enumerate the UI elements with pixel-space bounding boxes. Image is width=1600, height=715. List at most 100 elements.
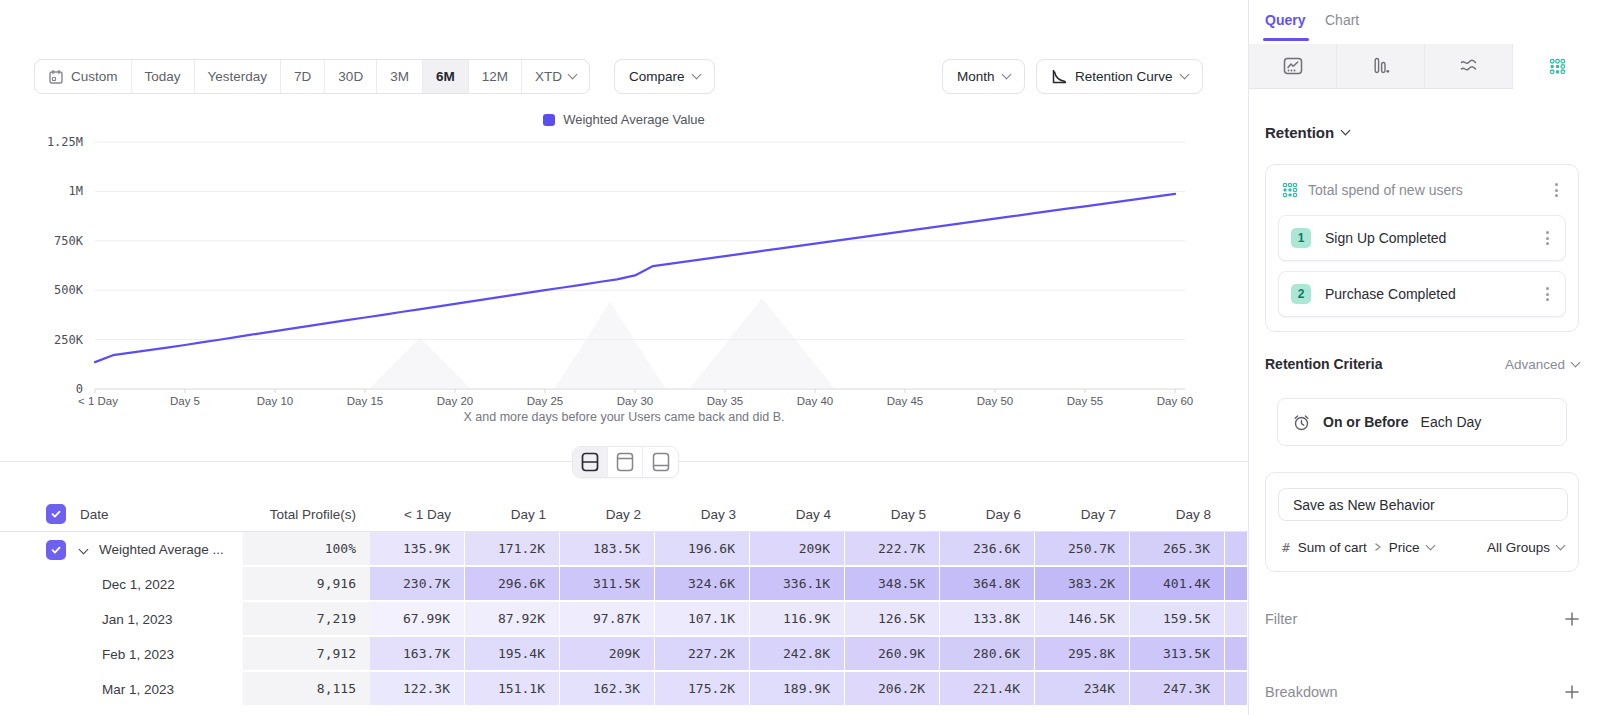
plus-icon[interactable] (1565, 612, 1579, 626)
kebab-menu-icon[interactable] (1542, 227, 1553, 249)
save-as-new-behavior-button[interactable]: Save as New Behavior (1278, 488, 1568, 521)
layout-chart-toggle[interactable] (608, 447, 643, 477)
column-header[interactable]: Day 2 (560, 497, 655, 531)
total-profiles-cell[interactable]: 100% (243, 532, 370, 567)
heatmap-cell[interactable]: 250.7K (1035, 532, 1130, 567)
heatmap-cell[interactable]: 311.5K (560, 567, 655, 602)
total-profiles-cell[interactable]: 9,916 (243, 567, 370, 602)
total-profiles-cell[interactable]: 8,115 (243, 672, 370, 707)
heatmap-cell[interactable]: 221.4K (940, 672, 1035, 707)
heatmap-cell[interactable]: 336.1K (750, 567, 845, 602)
behavior-card-header[interactable]: Total spend of new users (1266, 165, 1578, 215)
layout-split-toggle[interactable] (573, 447, 608, 477)
behavior-step-2[interactable]: 2 Purchase Completed (1278, 271, 1566, 317)
heatmap-cell[interactable]: 260.9K (845, 637, 940, 672)
heatmap-cell[interactable]: 189.9K (750, 672, 845, 707)
heatmap-cell[interactable]: 295.8K (1035, 637, 1130, 672)
column-header[interactable]: Day 6 (940, 497, 1035, 531)
range-custom[interactable]: Custom (35, 60, 132, 93)
column-header-date[interactable]: Date (0, 497, 243, 531)
heatmap-cell[interactable]: 126.5K (845, 602, 940, 637)
heatmap-cell[interactable]: 67.99K (370, 602, 465, 637)
heatmap-cell[interactable]: 97.87K (560, 602, 655, 637)
all-groups-dropdown[interactable]: All Groups (1487, 540, 1564, 555)
heatmap-cell[interactable]: 234K (1035, 672, 1130, 707)
heatmap-cell[interactable]: 116.9K (750, 602, 845, 637)
row-label-cell[interactable]: Weighted Average ... (0, 532, 243, 567)
column-header[interactable]: Total Profile(s) (243, 497, 370, 531)
heatmap-cell[interactable]: 209K (750, 532, 845, 567)
heatmap-cell-clipped[interactable] (1225, 532, 1248, 567)
row-checkbox[interactable] (46, 540, 66, 560)
heatmap-cell[interactable]: 122.3K (370, 672, 465, 707)
heatmap-cell[interactable]: 107.1K (655, 602, 750, 637)
range-6m[interactable]: 6M (423, 60, 469, 93)
heatmap-cell[interactable]: 247.3K (1130, 672, 1225, 707)
column-header[interactable]: Day 8 (1130, 497, 1225, 531)
heatmap-cell-clipped[interactable] (1225, 567, 1248, 602)
heatmap-cell[interactable]: 146.5K (1035, 602, 1130, 637)
report-tab-funnels[interactable] (1337, 44, 1425, 89)
total-profiles-cell[interactable]: 7,912 (243, 637, 370, 672)
heatmap-cell-clipped[interactable] (1225, 637, 1248, 672)
column-header[interactable]: Day 5 (845, 497, 940, 531)
heatmap-cell[interactable]: 280.6K (940, 637, 1035, 672)
heatmap-cell-clipped[interactable] (1225, 602, 1248, 637)
range-7d[interactable]: 7D (281, 60, 325, 93)
advanced-dropdown[interactable]: Advanced (1505, 357, 1579, 372)
column-header[interactable]: Day 7 (1035, 497, 1130, 531)
row-label-cell[interactable]: Dec 1, 2022 (0, 567, 243, 602)
column-header[interactable]: Day 4 (750, 497, 845, 531)
heatmap-cell-clipped[interactable] (1225, 672, 1248, 707)
total-profiles-cell[interactable]: 7,219 (243, 602, 370, 637)
heatmap-cell[interactable]: 236.6K (940, 532, 1035, 567)
column-header[interactable]: < 1 Day (370, 497, 465, 531)
layout-table-toggle[interactable] (643, 447, 678, 477)
heatmap-cell[interactable]: 364.8K (940, 567, 1035, 602)
heatmap-cell[interactable]: 195.4K (465, 637, 560, 672)
report-tab-insights[interactable] (1249, 44, 1337, 89)
range-xtd[interactable]: XTD (522, 60, 589, 93)
tab-query[interactable]: Query (1265, 12, 1305, 28)
column-header[interactable]: Day 1 (465, 497, 560, 531)
heatmap-cell[interactable]: 209K (560, 637, 655, 672)
row-expander-icon[interactable] (79, 545, 89, 555)
heatmap-cell[interactable]: 242.8K (750, 637, 845, 672)
criteria-condition-box[interactable]: On or Before Each Day (1277, 398, 1567, 446)
heatmap-cell[interactable]: 230.7K (370, 567, 465, 602)
compare-button[interactable]: Compare (614, 59, 715, 94)
column-header[interactable]: Day 3 (655, 497, 750, 531)
range-30d[interactable]: 30D (325, 60, 377, 93)
heatmap-cell[interactable]: 159.5K (1130, 602, 1225, 637)
heatmap-cell[interactable]: 348.5K (845, 567, 940, 602)
heatmap-cell[interactable]: 324.6K (655, 567, 750, 602)
heatmap-cell[interactable]: 175.2K (655, 672, 750, 707)
heatmap-cell[interactable]: 222.7K (845, 532, 940, 567)
heatmap-cell[interactable]: 401.4K (1130, 567, 1225, 602)
granularity-button[interactable]: Month (942, 59, 1025, 94)
heatmap-cell[interactable]: 183.5K (560, 532, 655, 567)
report-tab-retention[interactable] (1513, 44, 1600, 89)
heatmap-cell[interactable]: 151.1K (465, 672, 560, 707)
heatmap-cell[interactable]: 87.92K (465, 602, 560, 637)
range-today[interactable]: Today (132, 60, 195, 93)
behavior-step-1[interactable]: 1 Sign Up Completed (1278, 215, 1566, 261)
heatmap-cell[interactable]: 162.3K (560, 672, 655, 707)
heatmap-cell[interactable]: 135.9K (370, 532, 465, 567)
row-label-cell[interactable]: Feb 1, 2023 (0, 637, 243, 672)
range-12m[interactable]: 12M (469, 60, 522, 93)
retention-curve-chart[interactable]: 0250K500K750K1M1.25M< 1 DayDay 5Day 10Da… (0, 130, 1248, 430)
tab-chart[interactable]: Chart (1325, 12, 1359, 28)
range-3m[interactable]: 3M (377, 60, 423, 93)
section-title[interactable]: Retention (1265, 124, 1349, 141)
heatmap-cell[interactable]: 265.3K (1130, 532, 1225, 567)
heatmap-cell[interactable]: 206.2K (845, 672, 940, 707)
kebab-menu-icon[interactable] (1551, 179, 1562, 201)
measure-row[interactable]: # Sum of cart Price All Groups (1266, 521, 1580, 573)
report-tab-flows[interactable] (1425, 44, 1513, 89)
range-yesterday[interactable]: Yesterday (195, 60, 282, 93)
heatmap-cell[interactable]: 171.2K (465, 532, 560, 567)
heatmap-cell[interactable]: 196.6K (655, 532, 750, 567)
heatmap-cell[interactable]: 383.2K (1035, 567, 1130, 602)
heatmap-cell[interactable]: 133.8K (940, 602, 1035, 637)
